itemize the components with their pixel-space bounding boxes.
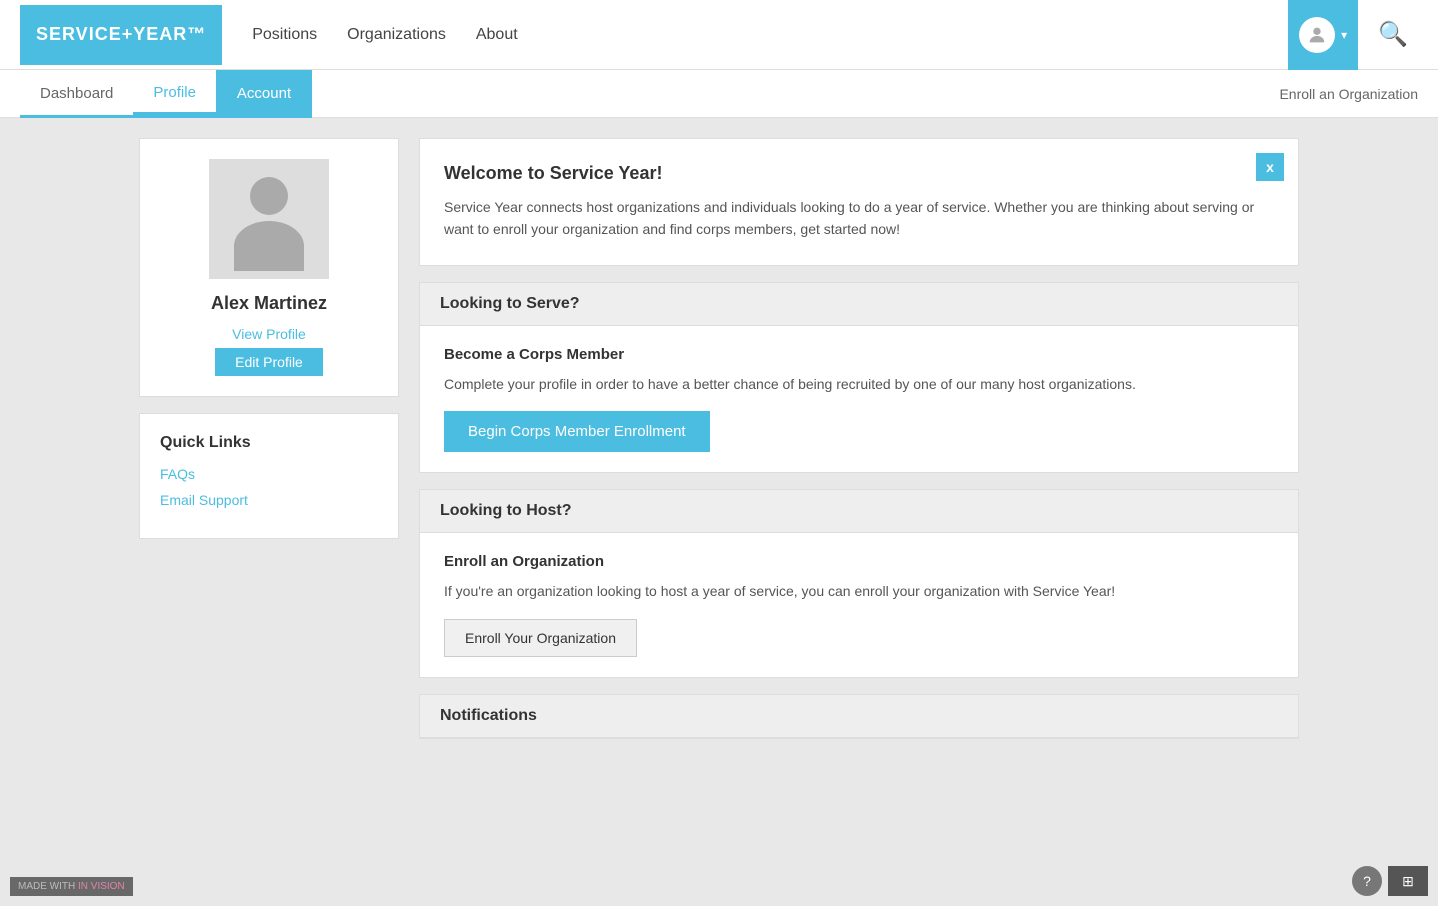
quick-links-card: Quick Links FAQs Email Support bbox=[139, 413, 399, 539]
content-area: x Welcome to Service Year! Service Year … bbox=[419, 138, 1299, 739]
looking-to-host-card: Looking to Host? Enroll an Organization … bbox=[419, 489, 1299, 677]
corps-member-subtitle: Become a Corps Member bbox=[444, 346, 1274, 363]
subnav-links: Dashboard Profile Account bbox=[20, 70, 1279, 118]
avatar-head bbox=[250, 177, 288, 215]
email-support-link[interactable]: Email Support bbox=[160, 492, 378, 508]
header-right: ▾ 🔍 bbox=[1288, 0, 1418, 70]
notifications-header: Notifications bbox=[420, 695, 1298, 738]
notifications-card: Notifications bbox=[419, 694, 1299, 739]
sidebar: Alex Martinez View Profile Edit Profile … bbox=[139, 138, 399, 739]
nav-organizations[interactable]: Organizations bbox=[347, 26, 446, 44]
bottom-right-icons: ? ⊞ bbox=[1352, 866, 1428, 896]
nav-positions[interactable]: Positions bbox=[252, 26, 317, 44]
user-menu-button[interactable]: ▾ bbox=[1288, 0, 1358, 70]
grid-button[interactable]: ⊞ bbox=[1388, 866, 1428, 896]
help-button[interactable]: ? bbox=[1352, 866, 1382, 896]
close-welcome-button[interactable]: x bbox=[1256, 153, 1284, 181]
avatar-image bbox=[209, 159, 329, 279]
looking-to-serve-card: Looking to Serve? Become a Corps Member … bbox=[419, 282, 1299, 473]
logo: SERVICE+YEAR™ bbox=[20, 5, 222, 65]
looking-to-host-body: Enroll an Organization If you're an orga… bbox=[420, 533, 1298, 676]
profile-card: Alex Martinez View Profile Edit Profile bbox=[139, 138, 399, 397]
looking-to-host-header: Looking to Host? bbox=[420, 490, 1298, 533]
made-with-label: MADE WITH IN VISION bbox=[10, 877, 133, 896]
enroll-your-organization-button[interactable]: Enroll Your Organization bbox=[444, 619, 637, 657]
tab-account[interactable]: Account bbox=[216, 70, 312, 118]
enroll-org-subtitle: Enroll an Organization bbox=[444, 553, 1274, 570]
welcome-text: Service Year connects host organizations… bbox=[444, 196, 1274, 241]
nav-about[interactable]: About bbox=[476, 26, 518, 44]
enroll-org-nav-link[interactable]: Enroll an Organization bbox=[1279, 86, 1418, 102]
avatar-body bbox=[234, 221, 304, 271]
edit-profile-button[interactable]: Edit Profile bbox=[215, 348, 323, 376]
quick-links-title: Quick Links bbox=[160, 434, 378, 452]
welcome-title: Welcome to Service Year! bbox=[444, 163, 1274, 184]
faqs-link[interactable]: FAQs bbox=[160, 466, 378, 482]
welcome-card: x Welcome to Service Year! Service Year … bbox=[419, 138, 1299, 266]
looking-to-serve-header: Looking to Serve? bbox=[420, 283, 1298, 326]
profile-name: Alex Martinez bbox=[211, 293, 327, 314]
tab-profile[interactable]: Profile bbox=[133, 70, 216, 118]
main-content: Alex Martinez View Profile Edit Profile … bbox=[119, 118, 1319, 759]
avatar bbox=[1299, 17, 1335, 53]
tab-dashboard[interactable]: Dashboard bbox=[20, 70, 133, 118]
header: SERVICE+YEAR™ Positions Organizations Ab… bbox=[0, 0, 1438, 70]
begin-corps-enrollment-button[interactable]: Begin Corps Member Enrollment bbox=[444, 411, 710, 452]
main-nav: Positions Organizations About bbox=[252, 26, 1288, 44]
corps-member-text: Complete your profile in order to have a… bbox=[444, 373, 1274, 395]
enroll-org-text: If you're an organization looking to hos… bbox=[444, 580, 1274, 602]
chevron-down-icon: ▾ bbox=[1341, 28, 1347, 42]
view-profile-link[interactable]: View Profile bbox=[232, 326, 306, 342]
subnav: Dashboard Profile Account Enroll an Orga… bbox=[0, 70, 1438, 118]
avatar-figure bbox=[234, 177, 304, 271]
search-button[interactable]: 🔍 bbox=[1368, 20, 1418, 49]
looking-to-serve-body: Become a Corps Member Complete your prof… bbox=[420, 326, 1298, 472]
